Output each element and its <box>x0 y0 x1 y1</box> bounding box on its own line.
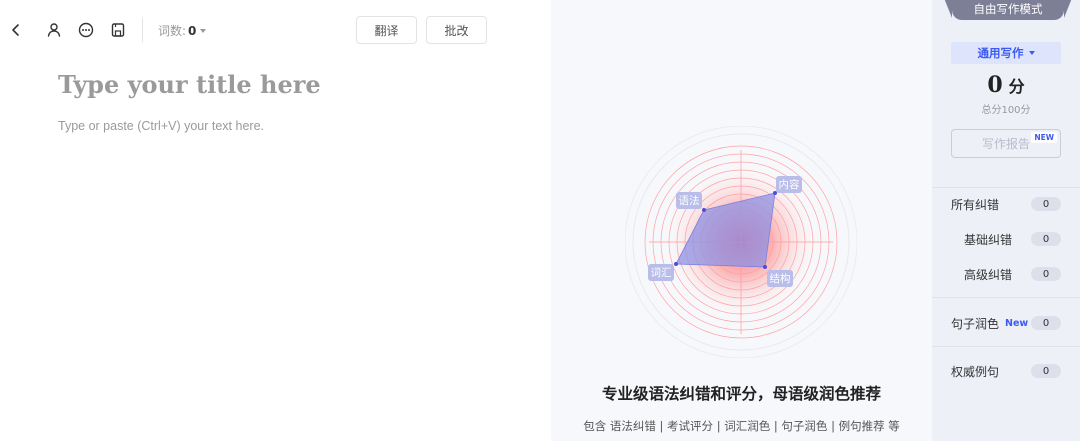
divider <box>932 346 1080 347</box>
user-icon[interactable] <box>44 20 64 40</box>
score-panel: 自由写作模式 通用写作 0分 总分100分 写作报告 NEW 所有纠错 0 基础… <box>932 0 1080 441</box>
toolbar-divider <box>142 18 143 42</box>
writing-type-select[interactable]: 通用写作 <box>951 42 1061 64</box>
count-badge: 0 <box>1031 267 1061 281</box>
row-label: 权威例句 <box>951 364 1000 379</box>
app-root: 词数: 0 翻译 批改 Type your title here Type or… <box>0 0 1080 441</box>
promo-area: 内容 语法 词汇 结构 专业级语法纠错和评分，母语级润色推荐 包含 语法纠错 |… <box>551 0 932 441</box>
new-tag: New <box>1005 317 1029 329</box>
count-badge: 0 <box>1031 316 1061 330</box>
writing-report-button[interactable]: 写作报告 NEW <box>951 129 1061 158</box>
more-icon[interactable] <box>76 20 96 40</box>
word-count-label: 词数: <box>158 24 187 38</box>
row-sentence-polish[interactable]: 句子润色 New 0 <box>932 313 1080 333</box>
count-badge: 0 <box>1031 364 1061 378</box>
count-badge: 0 <box>1031 232 1061 246</box>
row-advanced-corrections[interactable]: 高级纠错 0 <box>932 264 1080 284</box>
row-authoritative-examples[interactable]: 权威例句 0 <box>932 361 1080 381</box>
promo-subline: 包含 语法纠错 | 考试评分 | 词汇润色 | 句子润色 | 例句推荐 等 <box>583 419 900 433</box>
divider <box>932 297 1080 298</box>
editor-area: 词数: 0 翻译 批改 <box>0 0 551 441</box>
word-count-value: 0 <box>188 23 197 38</box>
divider <box>932 187 1080 188</box>
radar-chart: 内容 语法 词汇 结构 <box>625 126 857 358</box>
score-unit: 分 <box>1008 77 1025 96</box>
toolbar: 词数: 0 翻译 批改 <box>0 14 551 46</box>
score-value: 0 <box>987 72 1003 98</box>
radar-label-content: 内容 <box>779 178 800 191</box>
row-label: 句子润色 <box>951 316 1000 331</box>
score-total: 总分100分 <box>981 105 1031 116</box>
translate-button[interactable]: 翻译 <box>356 16 417 44</box>
row-label: 基础纠错 <box>964 232 1013 247</box>
title-input[interactable] <box>58 70 518 99</box>
radar-label-vocab: 词汇 <box>651 266 672 279</box>
row-all-corrections[interactable]: 所有纠错 0 <box>932 194 1080 214</box>
writing-report-label: 写作报告 <box>981 137 1030 151</box>
promo-headline: 专业级语法纠错和评分，母语级润色推荐 <box>601 385 881 403</box>
radar-label-grammar: 语法 <box>679 194 700 207</box>
correct-button[interactable]: 批改 <box>426 16 487 44</box>
count-badge: 0 <box>1031 197 1061 211</box>
caret-down-icon <box>1028 51 1035 55</box>
score-display: 0分 <box>932 72 1080 98</box>
row-basic-corrections[interactable]: 基础纠错 0 <box>932 229 1080 249</box>
radar-label-structure: 结构 <box>770 272 791 285</box>
body-input[interactable] <box>58 119 518 133</box>
caret-down-icon <box>200 28 207 33</box>
new-badge: NEW <box>1031 132 1057 143</box>
back-icon[interactable] <box>6 20 26 40</box>
word-count-dropdown[interactable]: 词数: 0 <box>158 22 207 39</box>
row-label: 高级纠错 <box>964 267 1013 282</box>
writing-type-label: 通用写作 <box>977 46 1024 60</box>
row-label: 所有纠错 <box>951 197 1000 212</box>
writing-mode-tab[interactable]: 自由写作模式 <box>944 0 1072 20</box>
save-icon[interactable] <box>108 20 128 40</box>
